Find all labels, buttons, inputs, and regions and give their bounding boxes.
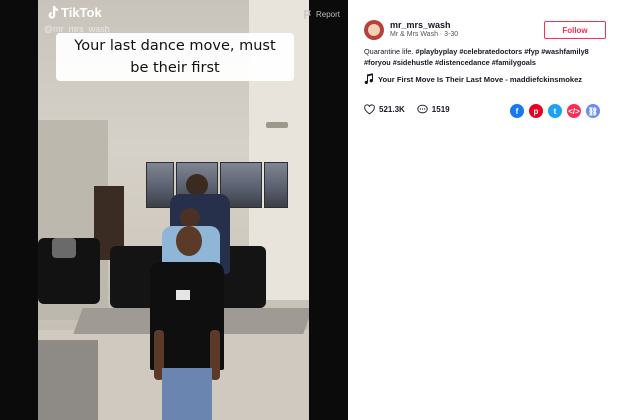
report-button[interactable]: Report — [304, 10, 340, 19]
like-count: 521.3K — [379, 105, 405, 114]
description-text: Quarantine life. — [364, 47, 416, 56]
user-subline: Mr & Mrs Wash · 3-30 — [390, 31, 459, 38]
share-icons: f p t </> ⛓ — [510, 104, 600, 118]
link-icon[interactable]: ⛓ — [586, 104, 600, 118]
person-head — [176, 226, 202, 256]
music-title[interactable]: Your First Move Is Their Last Move - mad… — [378, 74, 608, 85]
username[interactable]: mr_mrs_wash — [390, 20, 451, 30]
follow-button[interactable]: Follow — [544, 21, 606, 39]
avatar[interactable] — [364, 20, 384, 40]
tiktok-note-icon — [48, 5, 58, 19]
video-description: Quarantine life. #playbyplay #celebrated… — [364, 46, 612, 68]
pinterest-icon[interactable]: p — [529, 104, 543, 118]
caption-line-2: be their first — [130, 60, 220, 76]
ceiling-light — [266, 122, 288, 128]
report-label: Report — [316, 10, 341, 19]
video-caption: Your last dance move, must be their firs… — [56, 33, 294, 81]
person-head — [186, 174, 208, 196]
heart-icon — [364, 104, 375, 115]
stats-row: 521.3K 1519 — [364, 104, 450, 115]
twitter-icon[interactable]: t — [548, 104, 562, 118]
shirt-logo — [176, 290, 190, 300]
pillow — [52, 238, 76, 258]
video-panel: TikTok @mr_mrs_wash Report Your last dan… — [0, 0, 348, 420]
comment-count: 1519 — [431, 105, 450, 114]
rug — [38, 340, 98, 420]
painting — [264, 162, 288, 208]
like-metric[interactable]: 521.3K — [364, 104, 405, 115]
facebook-icon[interactable]: f — [510, 104, 524, 118]
details-panel: mr_mrs_wash Mr & Mrs Wash · 3-30 Follow … — [348, 0, 620, 420]
person-legs — [162, 368, 212, 420]
comment-metric[interactable]: 1519 — [417, 104, 450, 115]
tiktok-logo: TikTok — [46, 5, 102, 20]
embed-icon[interactable]: </> — [567, 104, 581, 118]
flag-icon — [304, 10, 311, 19]
person-head — [180, 208, 200, 228]
music-note-icon — [364, 73, 374, 85]
comment-icon — [417, 104, 428, 114]
caption-line-1: Your last dance move, must — [74, 38, 276, 54]
tiktok-brand: TikTok — [61, 5, 102, 20]
